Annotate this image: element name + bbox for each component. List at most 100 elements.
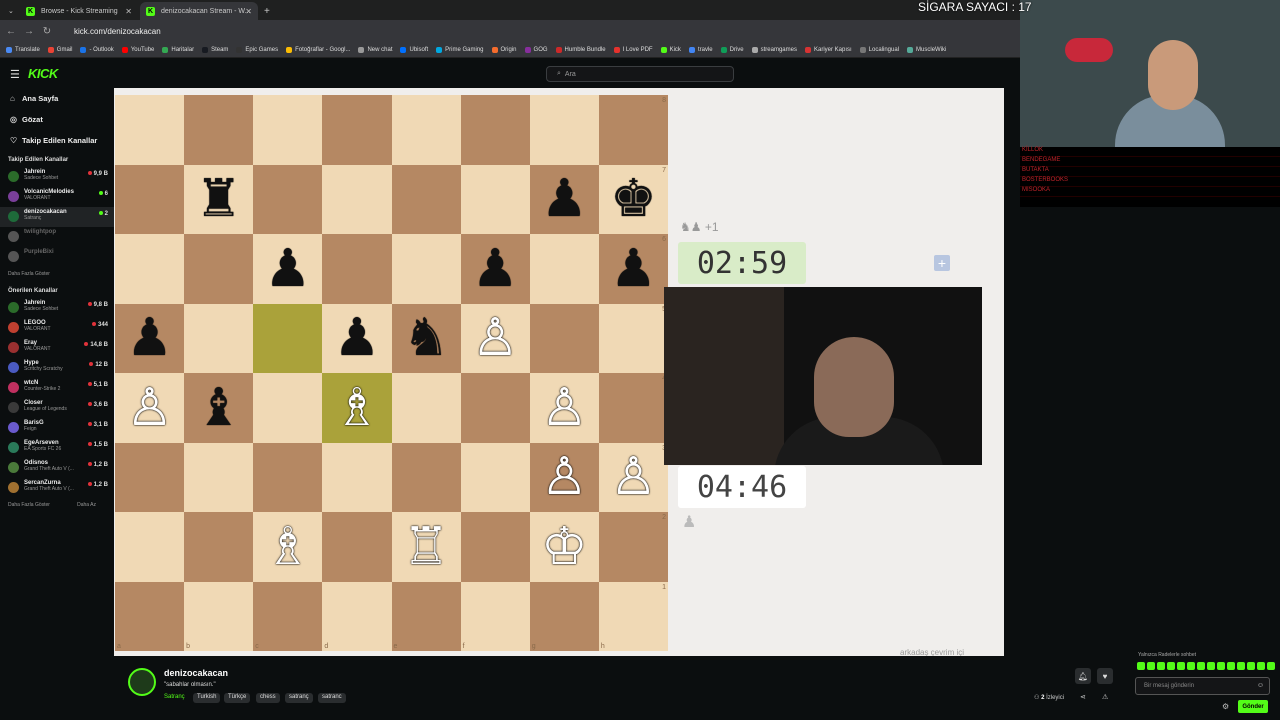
bookmark-item[interactable]: Haritalar <box>162 46 194 53</box>
square-b5[interactable] <box>184 303 254 373</box>
chat-input[interactable]: Bir mesaj gönderin ☺ <box>1135 677 1270 695</box>
bookmark-item[interactable]: Ubisoft <box>400 46 428 53</box>
chess-piece[interactable]: ♙ <box>541 382 588 434</box>
emote-bar[interactable] <box>1137 662 1275 670</box>
emote-icon[interactable] <box>1267 662 1275 670</box>
sidebar-channel[interactable]: wtcN Counter-Strike 2 5,1 B <box>0 378 114 398</box>
square-h4[interactable]: 4 <box>598 373 668 443</box>
chess-piece[interactable]: ♟ <box>334 312 381 364</box>
square-d7[interactable] <box>322 164 392 234</box>
bookmark-item[interactable]: streamgames <box>751 46 797 53</box>
sidebar-channel[interactable]: LEGOO VALORANT 344 <box>0 318 114 338</box>
square-f1[interactable]: f <box>460 581 530 651</box>
square-g8[interactable] <box>529 95 599 165</box>
emote-icon[interactable] <box>1147 662 1155 670</box>
bookmark-item[interactable]: Origin <box>491 46 517 53</box>
square-f5[interactable]: ♙ <box>460 303 530 373</box>
square-e3[interactable] <box>391 442 461 512</box>
stream-tag[interactable]: Turkish <box>193 693 221 703</box>
square-g6[interactable] <box>529 234 599 304</box>
square-d4[interactable]: ♗ <box>322 373 392 443</box>
show-more-recommended[interactable]: Daha Fazla Göster Daha Az <box>0 498 114 513</box>
square-b3[interactable] <box>184 442 254 512</box>
chess-piece[interactable]: ♞ <box>403 312 450 364</box>
stream-tag[interactable]: chess <box>256 693 280 703</box>
sidebar-channel[interactable]: Eray VALORANT 14,8 B <box>0 338 114 358</box>
search-input[interactable]: ⌕ Ara <box>546 66 734 82</box>
emote-icon[interactable] <box>1247 662 1255 670</box>
bookmark-item[interactable]: GOG <box>524 46 548 53</box>
chess-piece[interactable]: ♔ <box>541 521 588 573</box>
square-c6[interactable]: ♟ <box>253 234 323 304</box>
bookmark-item[interactable]: Epic Games <box>236 46 278 53</box>
sidebar-channel[interactable]: PurpleBixi <box>0 247 114 267</box>
close-icon[interactable]: ✕ <box>245 7 252 16</box>
bookmark-item[interactable]: Humble Bundle <box>555 46 606 53</box>
chess-piece[interactable]: ♙ <box>472 312 519 364</box>
square-f4[interactable] <box>460 373 530 443</box>
sidebar-item-browse[interactable]: ◎ Gözat <box>0 109 114 130</box>
sidebar-channel[interactable]: VolcanicMelodies VALORANT 6 <box>0 187 114 207</box>
sidebar-channel[interactable]: denizocakacan Satranç 2 <box>0 207 114 227</box>
sidebar-channel[interactable]: Hype Scritchy Scratchy 12 B <box>0 358 114 378</box>
chess-piece[interactable]: ♟ <box>126 312 173 364</box>
close-icon[interactable]: ✕ <box>125 7 132 16</box>
show-more-followed[interactable]: Daha Fazla Göster <box>0 267 114 282</box>
square-f3[interactable] <box>460 442 530 512</box>
notification-button[interactable]: 🔔︎ <box>1075 668 1091 684</box>
square-d1[interactable]: d <box>322 581 392 651</box>
bookmark-item[interactable]: Fotoğraflar - Googl... <box>286 46 350 53</box>
bookmark-item[interactable]: Kariyer Kapısı <box>804 46 852 53</box>
square-e5[interactable]: ♞ <box>391 303 461 373</box>
square-g4[interactable]: ♙ <box>529 373 599 443</box>
square-f7[interactable] <box>460 164 530 234</box>
forward-icon[interactable]: → <box>22 26 36 37</box>
square-c5[interactable] <box>253 303 323 373</box>
add-time-button[interactable]: + <box>934 255 950 271</box>
square-a2[interactable] <box>115 512 185 582</box>
square-f8[interactable] <box>460 95 530 165</box>
emote-icon[interactable] <box>1207 662 1215 670</box>
square-c2[interactable]: ♗ <box>253 512 323 582</box>
square-h1[interactable]: 1h <box>598 581 668 651</box>
square-d8[interactable] <box>322 95 392 165</box>
sidebar-channel[interactable]: BarisG Feign 3,1 B <box>0 418 114 438</box>
square-a1[interactable]: a <box>115 581 185 651</box>
tab-stream[interactable]: K denizocakacan Stream - W... ✕ <box>140 2 258 20</box>
chess-piece[interactable]: ♟ <box>265 243 312 295</box>
square-e6[interactable] <box>391 234 461 304</box>
bookmark-item[interactable]: MuscleWiki <box>907 46 946 53</box>
chess-piece[interactable]: ♖ <box>403 521 450 573</box>
bookmark-item[interactable]: New chat <box>358 46 392 53</box>
square-b6[interactable] <box>184 234 254 304</box>
send-button[interactable]: Gönder <box>1238 700 1268 713</box>
sidebar-channel[interactable]: twilightpop <box>0 227 114 247</box>
menu-icon[interactable]: ☰ <box>10 68 20 81</box>
channel-name[interactable]: denizocakacan <box>164 668 228 678</box>
square-a5[interactable]: ♟ <box>115 303 185 373</box>
tab-list-button[interactable]: ⌄ <box>2 2 16 20</box>
chess-piece[interactable]: ♟ <box>610 243 657 295</box>
bookmark-item[interactable]: Steam <box>202 46 228 53</box>
gear-icon[interactable]: ⚙ <box>1222 702 1229 711</box>
stream-tag[interactable]: satranç <box>285 693 313 703</box>
square-g5[interactable] <box>529 303 599 373</box>
bookmark-item[interactable]: travle <box>688 46 713 53</box>
square-g1[interactable]: g <box>529 581 599 651</box>
bookmark-item[interactable]: Translate <box>6 46 40 53</box>
back-icon[interactable]: ← <box>4 26 18 37</box>
square-c7[interactable] <box>253 164 323 234</box>
chess-piece[interactable]: ♙ <box>126 382 173 434</box>
url-field[interactable]: kick.com/denizocakacan <box>74 27 161 36</box>
emoji-icon[interactable]: ☺ <box>1257 682 1264 689</box>
square-f2[interactable] <box>460 512 530 582</box>
emote-icon[interactable] <box>1217 662 1225 670</box>
bookmark-item[interactable]: I Love PDF <box>613 46 653 53</box>
chess-piece[interactable]: ♗ <box>334 382 381 434</box>
square-h3[interactable]: ♙3 <box>598 442 668 512</box>
emote-icon[interactable] <box>1237 662 1245 670</box>
sidebar-channel[interactable]: Jahrein Sadece Sohbet 9,8 B <box>0 298 114 318</box>
sidebar-channel[interactable]: Closer League of Legends 3,6 B <box>0 398 114 418</box>
square-c8[interactable] <box>253 95 323 165</box>
avatar[interactable] <box>128 668 156 696</box>
